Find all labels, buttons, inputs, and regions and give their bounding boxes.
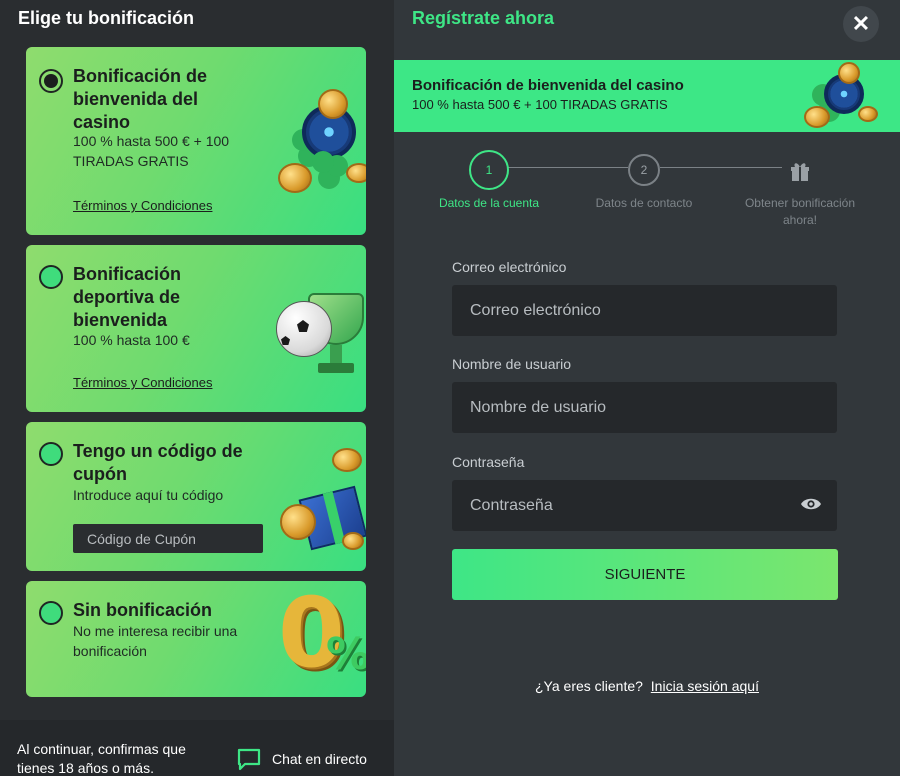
percent-art-text: %	[326, 629, 366, 680]
login-prompt-text: ¿Ya eres cliente?	[535, 678, 643, 694]
banner-title: Bonificación de bienvenida del casino	[412, 77, 684, 94]
banner-subtitle: 100 % hasta 500 € + 100 TIRADAS GRATIS	[412, 97, 668, 112]
bonus-card-subtitle: 100 % hasta 500 € + 100 TIRADAS GRATIS	[73, 133, 230, 169]
gift-icon	[791, 163, 809, 181]
casino-bonus-illustration	[274, 85, 366, 195]
selected-bonus-banner: Bonificación de bienvenida del casino 10…	[394, 60, 900, 132]
bonus-card-title: Bonificación deportiva de bienvenida	[73, 264, 182, 330]
bonus-panel-title: Elige tu bonificación	[18, 8, 195, 28]
email-label: Correo electrónico	[452, 259, 567, 275]
username-label: Nombre de usuario	[452, 356, 572, 372]
bonus-card-title: Bonificación de bienvenida del casino	[73, 66, 208, 132]
step-number: 2	[640, 163, 648, 177]
email-field[interactable]	[452, 285, 837, 336]
radio-none[interactable]	[39, 601, 63, 625]
radio-coupon[interactable]	[39, 442, 63, 466]
login-link[interactable]: Inicia sesión aquí	[651, 678, 759, 694]
banner-casino-illustration	[804, 62, 884, 130]
registration-title: Regístrate ahora	[412, 8, 555, 28]
stepper-connector	[508, 167, 628, 168]
password-label: Contraseña	[452, 454, 525, 470]
zero-percent-illustration: 0 %	[276, 581, 366, 695]
close-button[interactable]: ✕	[843, 6, 879, 42]
radio-casino[interactable]	[39, 69, 63, 93]
step-3-label: Obtener bonificación ahora!	[744, 196, 856, 227]
step-2-indicator: 2	[628, 154, 660, 186]
coupon-code-input[interactable]	[73, 524, 263, 553]
username-field[interactable]	[452, 382, 837, 433]
coupon-gift-illustration	[276, 446, 366, 556]
close-icon: ✕	[851, 11, 871, 36]
bonus-card-subtitle: Introduce aquí tu código	[73, 487, 224, 503]
terms-link[interactable]: Términos y Condiciones	[73, 375, 212, 390]
bonus-card-coupon[interactable]: Tengo un código de cupón Introduce aquí …	[26, 422, 366, 571]
age-confirmation-note: Al continuar, confirmas que tienes 18 añ…	[17, 741, 186, 776]
live-chat-label: Chat en directo	[272, 751, 367, 767]
terms-link[interactable]: Términos y Condiciones	[73, 198, 212, 213]
show-password-eye-icon[interactable]	[800, 496, 822, 512]
step-1-label: Datos de la cuenta	[438, 196, 540, 210]
bonus-card-title: Tengo un código de cupón	[73, 441, 243, 484]
bonus-card-sports[interactable]: Bonificación deportiva de bienvenida 100…	[26, 245, 366, 412]
bonus-card-subtitle: 100 % hasta 100 €	[73, 332, 190, 348]
registration-panel: Regístrate ahora ✕ Bonificación de bienv…	[394, 0, 900, 776]
live-chat-button[interactable]: Chat en directo	[236, 746, 367, 772]
next-button[interactable]: SIGUIENTE	[452, 549, 838, 600]
login-prompt: ¿Ya eres cliente? Inicia sesión aquí	[394, 678, 900, 694]
chat-bubble-icon	[237, 748, 261, 771]
step-1-indicator: 1	[469, 150, 509, 190]
bonus-card-none[interactable]: Sin bonificación No me interesa recibir …	[26, 581, 366, 697]
step-number: 1	[485, 163, 493, 177]
left-footer: Al continuar, confirmas que tienes 18 añ…	[0, 720, 394, 776]
password-field[interactable]	[452, 480, 837, 531]
bonus-card-title: Sin bonificación	[73, 600, 213, 620]
radio-sports[interactable]	[39, 265, 63, 289]
stepper-connector	[660, 167, 782, 168]
step-2-label: Datos de contacto	[595, 196, 693, 210]
bonus-card-casino[interactable]: Bonificación de bienvenida del casino 10…	[26, 47, 366, 235]
bonus-card-subtitle: No me interesa recibir una bonificación	[73, 623, 238, 659]
sports-bonus-illustration	[274, 285, 366, 375]
bonus-panel: Elige tu bonificación Bonificación de bi…	[0, 0, 394, 776]
